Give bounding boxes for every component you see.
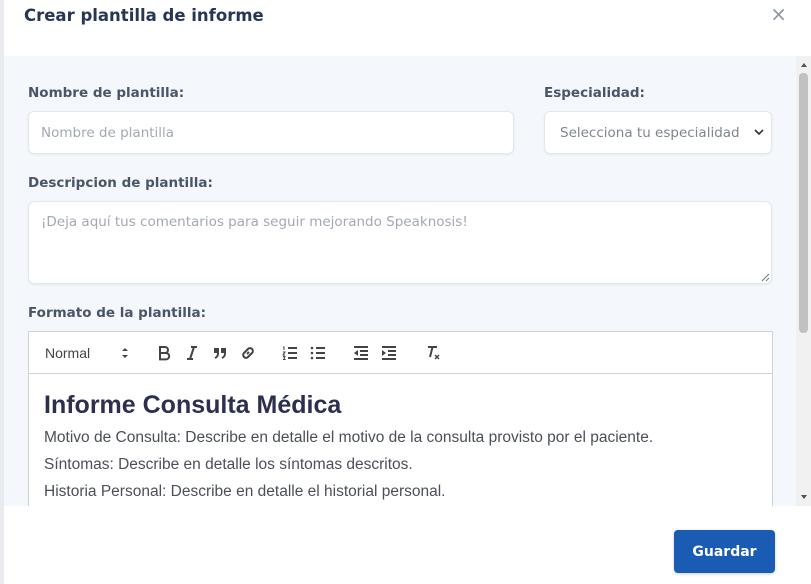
scroll-up-arrow-icon[interactable]	[800, 61, 808, 69]
outdent-icon[interactable]	[352, 344, 370, 362]
format-picker[interactable]: Normal	[45, 345, 90, 361]
modal-title: Crear plantilla de informe	[24, 6, 264, 25]
modal-scrollbar[interactable]	[796, 56, 811, 506]
specialty-label: Especialidad:	[544, 85, 645, 101]
ordered-list-icon[interactable]	[281, 344, 299, 362]
format-picker-arrows-icon[interactable]	[121, 345, 129, 361]
modal-body: Nombre de plantilla: Nombre de plantilla…	[4, 56, 811, 506]
editor-line-historia: Historia Personal: Describe en detalle e…	[44, 483, 446, 500]
modal-header: Crear plantilla de informe ×	[4, 0, 811, 56]
template-description-textarea[interactable]: ¡Deja aquí tus comentarios para seguir m…	[28, 201, 772, 284]
template-format-label: Formato de la plantilla:	[28, 305, 207, 321]
scrollbar-thumb[interactable]	[799, 73, 808, 333]
resize-grip-icon[interactable]	[760, 272, 770, 282]
template-name-placeholder: Nombre de plantilla	[41, 125, 175, 141]
editor-line-sintomas: Síntomas: Describe en detalle los síntom…	[44, 456, 413, 473]
create-template-modal: Crear plantilla de informe × Nombre de p…	[4, 0, 811, 584]
specialty-select[interactable]: Selecciona tu especialidad	[544, 111, 772, 154]
template-name-input[interactable]: Nombre de plantilla	[28, 111, 514, 154]
editor-content[interactable]: Informe Consulta Médica Motivo de Consul…	[44, 390, 764, 505]
template-description-placeholder: ¡Deja aquí tus comentarios para seguir m…	[41, 214, 468, 230]
indent-icon[interactable]	[380, 344, 398, 362]
scroll-down-arrow-icon[interactable]	[800, 493, 808, 501]
specialty-selected-value: Selecciona tu especialidad	[560, 125, 740, 141]
template-description-label: Descripcion de plantilla:	[28, 175, 213, 191]
italic-icon[interactable]	[183, 344, 201, 362]
clear-format-icon[interactable]	[424, 344, 442, 362]
bullet-list-icon[interactable]	[309, 344, 327, 362]
editor-toolbar: Normal	[29, 332, 772, 374]
blockquote-icon[interactable]	[211, 344, 229, 362]
editor-line-motivo: Motivo de Consulta: Describe en detalle …	[44, 429, 654, 446]
close-button[interactable]: ×	[770, 4, 787, 24]
rich-text-editor[interactable]: Normal Informe Consulta Médica Motivo de…	[28, 331, 773, 506]
editor-heading: Informe Consulta Médica	[44, 391, 342, 419]
bold-icon[interactable]	[155, 344, 173, 362]
chevron-down-icon	[754, 129, 764, 136]
template-name-label: Nombre de plantilla:	[28, 85, 185, 101]
link-icon[interactable]	[239, 344, 257, 362]
save-button[interactable]: Guardar	[674, 530, 775, 573]
